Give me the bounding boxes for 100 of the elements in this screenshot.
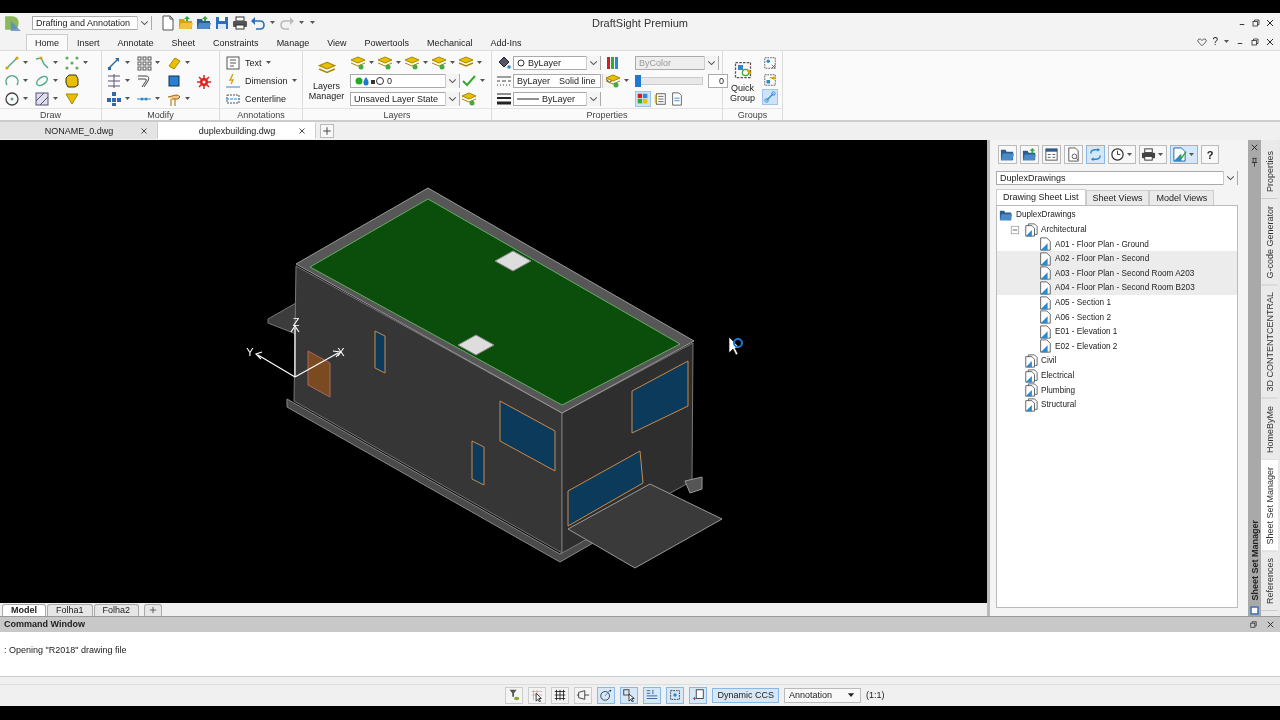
- close-icon[interactable]: [139, 126, 149, 136]
- layer-dropdown[interactable]: 0: [350, 73, 460, 88]
- close-icon[interactable]: [1264, 17, 1276, 29]
- caret-icon[interactable]: [53, 96, 58, 101]
- tree-item[interactable]: Structural: [997, 397, 1237, 412]
- sheet-set-dropdown[interactable]: DuplexDrawings: [996, 170, 1238, 185]
- caret-icon[interactable]: [185, 60, 190, 65]
- document-tab[interactable]: NONAME_0.dwg: [0, 122, 158, 139]
- layout-tab[interactable]: Model: [2, 603, 46, 616]
- group-tool-button[interactable]: [762, 72, 778, 88]
- tree-item[interactable]: A01 - Floor Plan - Ground: [997, 236, 1237, 252]
- status-toggle[interactable]: [528, 686, 547, 704]
- caret-icon[interactable]: [450, 60, 455, 65]
- caret-icon[interactable]: [477, 60, 482, 65]
- layer-icon[interactable]: [605, 72, 621, 89]
- layer-icon[interactable]: [350, 54, 366, 71]
- workspace-dropdown[interactable]: Drafting and Annotation: [32, 16, 152, 30]
- tree-item[interactable]: E01 - Elevation 1: [997, 324, 1237, 339]
- toolbar-button[interactable]: [1042, 145, 1061, 165]
- annotation-button[interactable]: Centerline: [224, 91, 288, 106]
- help-button[interactable]: ?: [1201, 145, 1219, 165]
- toggle-button[interactable]: [669, 90, 685, 107]
- pin-icon[interactable]: [1249, 156, 1260, 168]
- side-tab[interactable]: HomeByMe: [1261, 398, 1278, 460]
- tree-item[interactable]: Architectural: [997, 222, 1237, 237]
- toolbar-button[interactable]: [998, 145, 1017, 165]
- layer-state-dropdown[interactable]: Unsaved Layer State: [350, 91, 460, 106]
- restore-icon[interactable]: [1248, 618, 1259, 630]
- caret-icon[interactable]: [480, 78, 485, 83]
- caret-icon[interactable]: [125, 96, 130, 101]
- annotation-button[interactable]: Text: [224, 55, 263, 70]
- caret-icon[interactable]: [369, 60, 374, 65]
- caret-icon[interactable]: [23, 60, 28, 65]
- side-tab[interactable]: G-code Generator: [1261, 198, 1278, 286]
- caret-icon[interactable]: [53, 60, 58, 65]
- lineweight-dropdown[interactable]: ByLayer: [513, 91, 601, 106]
- caret-icon[interactable]: [155, 60, 160, 65]
- lineweight-icon[interactable]: [496, 90, 512, 107]
- ribbon-tab[interactable]: Manage: [267, 34, 319, 50]
- panel-tab[interactable]: Drawing Sheet List: [996, 188, 1086, 205]
- tree-item[interactable]: A05 - Section 1: [997, 295, 1237, 310]
- group-tool-button[interactable]: [762, 89, 778, 105]
- caret-icon[interactable]: [83, 60, 88, 65]
- offset-icon[interactable]: [136, 72, 152, 89]
- caret-icon[interactable]: [185, 96, 190, 101]
- hatch-icon[interactable]: [34, 90, 50, 107]
- color-dropdown[interactable]: ByLayer: [513, 55, 601, 70]
- side-tab[interactable]: Properties: [1261, 143, 1278, 199]
- transparency-slider[interactable]: [635, 76, 703, 85]
- layout-tab[interactable]: Folha2: [93, 603, 140, 616]
- ribbon-tab[interactable]: Add-Ins: [481, 34, 531, 50]
- status-toggle[interactable]: [574, 686, 593, 704]
- caret-icon[interactable]: [624, 78, 629, 83]
- array-icon[interactable]: [136, 54, 152, 71]
- close-icon[interactable]: [297, 126, 307, 136]
- toolbar-button[interactable]: [1139, 145, 1167, 165]
- caret-icon[interactable]: [423, 60, 428, 65]
- blocks-icon[interactable]: [106, 90, 122, 107]
- layer-icon[interactable]: [461, 90, 477, 107]
- tree-item[interactable]: Civil: [997, 353, 1237, 369]
- panel-tab[interactable]: Model Views: [1149, 189, 1215, 205]
- side-tab[interactable]: Sheet Set Manager: [1261, 459, 1278, 552]
- new-file-icon[interactable]: [160, 15, 176, 31]
- document-tab[interactable]: duplexbuilding.dwg: [158, 122, 316, 139]
- folder-icon[interactable]: [196, 15, 212, 31]
- help-button[interactable]: ?: [1211, 35, 1219, 48]
- ribbon-tab[interactable]: Mechanical: [418, 34, 482, 50]
- caret-icon[interactable]: [23, 78, 28, 83]
- layer-icon[interactable]: [404, 54, 420, 71]
- layout-tab[interactable]: Folha1: [47, 603, 93, 616]
- heart-icon[interactable]: [1196, 35, 1209, 48]
- status-toggle[interactable]: [597, 686, 616, 704]
- status-toggle[interactable]: [666, 686, 685, 704]
- caret-icon[interactable]: [53, 78, 58, 83]
- caret-icon[interactable]: [291, 78, 297, 83]
- caret-icon[interactable]: [1224, 39, 1229, 44]
- tree-item[interactable]: Electrical: [997, 368, 1237, 383]
- annotation-button[interactable]: Dimension: [224, 73, 289, 88]
- circle-icon[interactable]: [4, 90, 20, 107]
- tree-item[interactable]: E02 - Elevation 2: [997, 339, 1237, 354]
- caret-icon[interactable]: [125, 78, 130, 83]
- caret-icon[interactable]: [1158, 152, 1163, 157]
- toggle-button[interactable]: [652, 90, 668, 107]
- layers-manager-button[interactable]: Layers Manager: [307, 55, 346, 108]
- trim-icon[interactable]: [106, 72, 122, 89]
- ribbon-tab[interactable]: Annotate: [108, 34, 163, 50]
- quick-group-button[interactable]: Quick Group: [727, 55, 758, 108]
- side-tab[interactable]: References: [1261, 551, 1278, 612]
- slider-thumb[interactable]: [635, 74, 641, 87]
- status-toggle[interactable]: [551, 686, 570, 704]
- group-tool-button[interactable]: [762, 55, 778, 71]
- dynamic-ccs-toggle[interactable]: Dynamic CCS: [712, 687, 779, 703]
- color-bars-icon[interactable]: [605, 54, 621, 71]
- status-toggle[interactable]: [689, 686, 708, 704]
- ribbon-tab[interactable]: Sheet: [162, 34, 205, 50]
- ribbon-tab[interactable]: Constraints: [204, 34, 268, 50]
- caret-icon[interactable]: [270, 21, 275, 25]
- restore-icon[interactable]: [1250, 17, 1262, 29]
- layer-icon[interactable]: [431, 54, 447, 71]
- caret-icon[interactable]: [1189, 152, 1194, 157]
